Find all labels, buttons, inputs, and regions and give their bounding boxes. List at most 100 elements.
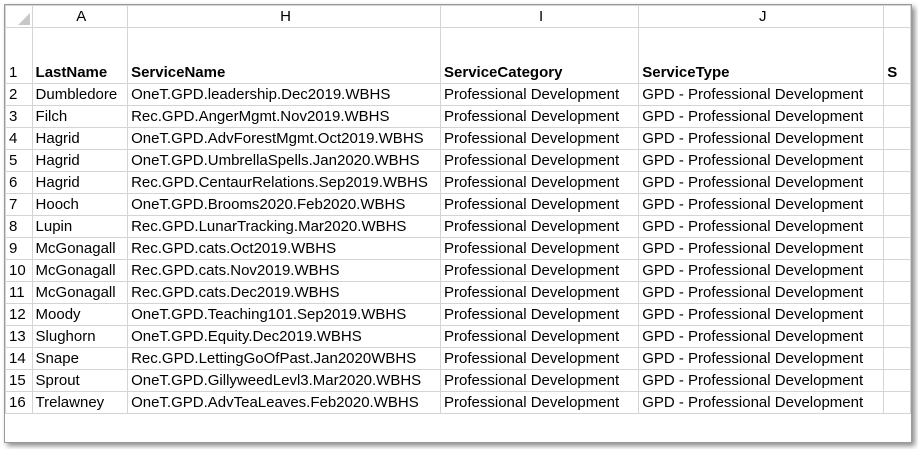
row-number[interactable]: 3 [5,105,33,128]
servicename-cell[interactable]: OneT.GPD.Equity.Dec2019.WBHS [127,325,442,348]
lastname-cell[interactable]: Hagrid [31,127,129,150]
servicecategory-cell[interactable]: Professional Development [440,193,640,216]
empty-cell[interactable] [883,149,911,172]
row-number[interactable]: 16 [5,391,33,414]
empty-cell[interactable] [883,369,911,392]
servicecategory-cell[interactable]: Professional Development [440,127,640,150]
servicename-cell[interactable]: Rec.GPD.LettingGoOfPast.Jan2020WBHS [127,347,442,370]
lastname-cell[interactable]: Sprout [31,369,129,392]
servicename-cell[interactable]: Rec.GPD.AngerMgmt.Nov2019.WBHS [127,105,442,128]
servicename-cell[interactable]: Rec.GPD.cats.Oct2019.WBHS [127,237,442,260]
servicename-cell[interactable]: Rec.GPD.cats.Nov2019.WBHS [127,259,442,282]
servicename-cell[interactable]: OneT.GPD.leadership.Dec2019.WBHS [127,83,442,106]
row-number[interactable]: 7 [5,193,33,216]
servicename-cell[interactable]: OneT.GPD.UmbrellaSpells.Jan2020.WBHS [127,149,442,172]
servicecategory-cell[interactable]: Professional Development [440,105,640,128]
lastname-cell[interactable]: Lupin [31,215,129,238]
servicetype-cell[interactable]: GPD - Professional Development [638,303,885,326]
servicetype-cell[interactable]: GPD - Professional Development [638,391,885,414]
lastname-cell[interactable]: Hagrid [31,171,129,194]
lastname-cell[interactable]: Slughorn [31,325,129,348]
servicecategory-cell[interactable]: Professional Development [440,171,640,194]
lastname-cell[interactable]: Dumbledore [31,83,129,106]
servicename-cell[interactable]: OneT.GPD.AdvForestMgmt.Oct2019.WBHS [127,127,442,150]
servicecategory-cell[interactable]: Professional Development [440,215,640,238]
empty-cell[interactable] [883,215,911,238]
servicename-cell[interactable]: Rec.GPD.LunarTracking.Mar2020.WBHS [127,215,442,238]
row-number[interactable]: 13 [5,325,33,348]
empty-cell[interactable] [883,105,911,128]
row-number[interactable]: 14 [5,347,33,370]
servicetype-cell[interactable]: GPD - Professional Development [638,325,885,348]
servicetype-cell[interactable]: GPD - Professional Development [638,347,885,370]
row-number[interactable]: 1 [5,27,33,84]
empty-cell[interactable] [883,237,911,260]
servicetype-cell[interactable]: GPD - Professional Development [638,83,885,106]
column-header-h[interactable]: H [127,5,442,28]
servicetype-cell[interactable]: GPD - Professional Development [638,281,885,304]
empty-cell[interactable] [883,171,911,194]
empty-cell[interactable] [883,127,911,150]
header-servicecategory-cell[interactable]: ServiceCategory [440,27,640,84]
empty-cell[interactable] [883,347,911,370]
servicecategory-cell[interactable]: Professional Development [440,83,640,106]
empty-cell[interactable] [883,303,911,326]
header-partial-cell[interactable]: S [883,27,911,84]
row-number[interactable]: 15 [5,369,33,392]
row-number[interactable]: 9 [5,237,33,260]
header-lastname-cell[interactable]: LastName [31,27,129,84]
empty-cell[interactable] [883,281,911,304]
lastname-cell[interactable]: McGonagall [31,281,129,304]
column-header-k[interactable] [883,5,911,28]
empty-cell[interactable] [883,325,911,348]
lastname-cell[interactable]: Trelawney [31,391,129,414]
servicetype-cell[interactable]: GPD - Professional Development [638,259,885,282]
row-number[interactable]: 8 [5,215,33,238]
servicename-cell[interactable]: Rec.GPD.CentaurRelations.Sep2019.WBHS [127,171,442,194]
lastname-cell[interactable]: Moody [31,303,129,326]
column-header-j[interactable]: J [638,5,885,28]
row-number[interactable]: 5 [5,149,33,172]
empty-cell[interactable] [883,193,911,216]
empty-cell[interactable] [883,259,911,282]
column-header-i[interactable]: I [440,5,640,28]
lastname-cell[interactable]: Filch [31,105,129,128]
servicecategory-cell[interactable]: Professional Development [440,281,640,304]
servicename-cell[interactable]: Rec.GPD.cats.Dec2019.WBHS [127,281,442,304]
servicecategory-cell[interactable]: Professional Development [440,369,640,392]
servicecategory-cell[interactable]: Professional Development [440,325,640,348]
lastname-cell[interactable]: McGonagall [31,237,129,260]
lastname-cell[interactable]: McGonagall [31,259,129,282]
servicetype-cell[interactable]: GPD - Professional Development [638,215,885,238]
row-number[interactable]: 4 [5,127,33,150]
lastname-cell[interactable]: Snape [31,347,129,370]
servicecategory-cell[interactable]: Professional Development [440,149,640,172]
row-number[interactable]: 12 [5,303,33,326]
servicecategory-cell[interactable]: Professional Development [440,303,640,326]
servicetype-cell[interactable]: GPD - Professional Development [638,193,885,216]
header-servicename-cell[interactable]: ServiceName [127,27,442,84]
header-servicetype-cell[interactable]: ServiceType [638,27,885,84]
servicetype-cell[interactable]: GPD - Professional Development [638,105,885,128]
row-number[interactable]: 2 [5,83,33,106]
servicecategory-cell[interactable]: Professional Development [440,391,640,414]
servicetype-cell[interactable]: GPD - Professional Development [638,149,885,172]
column-header-a[interactable]: A [31,5,129,28]
servicetype-cell[interactable]: GPD - Professional Development [638,237,885,260]
servicename-cell[interactable]: OneT.GPD.GillyweedLevl3.Mar2020.WBHS [127,369,442,392]
servicename-cell[interactable]: OneT.GPD.Teaching101.Sep2019.WBHS [127,303,442,326]
servicename-cell[interactable]: OneT.GPD.Brooms2020.Feb2020.WBHS [127,193,442,216]
servicetype-cell[interactable]: GPD - Professional Development [638,127,885,150]
lastname-cell[interactable]: Hooch [31,193,129,216]
servicecategory-cell[interactable]: Professional Development [440,237,640,260]
row-number[interactable]: 6 [5,171,33,194]
servicename-cell[interactable]: OneT.GPD.AdvTeaLeaves.Feb2020.WBHS [127,391,442,414]
servicecategory-cell[interactable]: Professional Development [440,259,640,282]
row-number[interactable]: 10 [5,259,33,282]
empty-cell[interactable] [883,83,911,106]
empty-cell[interactable] [883,391,911,414]
select-all-corner[interactable] [5,5,33,28]
row-number[interactable]: 11 [5,281,33,304]
servicecategory-cell[interactable]: Professional Development [440,347,640,370]
lastname-cell[interactable]: Hagrid [31,149,129,172]
